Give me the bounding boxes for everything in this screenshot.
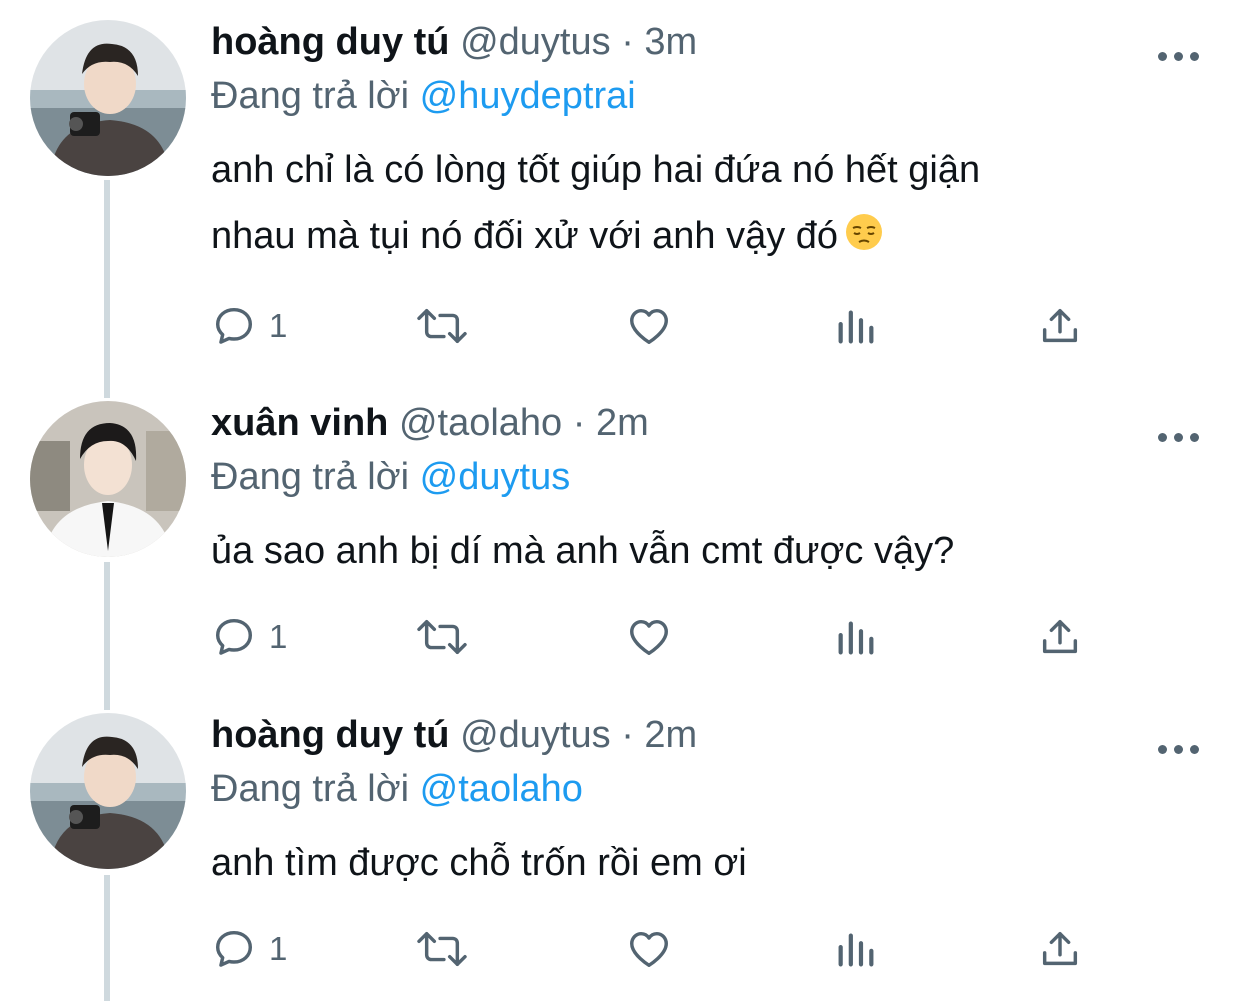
tweet-header: xuân vinh @taolaho · 2m xyxy=(211,398,649,448)
share-button[interactable] xyxy=(1037,296,1083,356)
heart-icon xyxy=(630,308,668,345)
user-handle[interactable]: @taolaho xyxy=(399,402,562,444)
analytics-bars-icon xyxy=(838,310,874,344)
more-dots-icon[interactable] xyxy=(1158,431,1200,445)
tweet-header: hoàng duy tú @duytus · 3m xyxy=(211,17,697,67)
separator-dot: · xyxy=(621,714,634,756)
tweet-header: hoàng duy tú @duytus · 2m xyxy=(211,710,697,760)
reply-button[interactable]: 1 xyxy=(211,919,287,979)
heart-icon xyxy=(630,619,668,656)
avatar[interactable] xyxy=(30,713,186,869)
reply-button[interactable]: 1 xyxy=(211,607,287,667)
tweet[interactable]: xuân vinh @taolaho · 2m Đang trả lời @du… xyxy=(0,401,1242,671)
more-dots-icon[interactable] xyxy=(1158,50,1200,64)
display-name[interactable]: xuân vinh xyxy=(211,402,388,444)
retweet-icon xyxy=(417,619,467,655)
tweet-actions: 1 xyxy=(211,296,1091,356)
heart-icon xyxy=(630,931,668,968)
like-button[interactable] xyxy=(625,296,673,356)
reply-button[interactable]: 1 xyxy=(211,296,287,356)
share-upload-icon xyxy=(1042,619,1078,654)
retweet-icon xyxy=(417,308,467,344)
analytics-bars-icon xyxy=(838,621,874,655)
tweet[interactable]: hoàng duy tú @duytus · 2m Đang trả lời @… xyxy=(0,713,1242,983)
more-dots-icon[interactable] xyxy=(1158,743,1200,757)
views-button[interactable] xyxy=(833,919,879,979)
tweet-text-line: anh chỉ là có lòng tốt giúp hai đứa nó h… xyxy=(211,149,981,191)
retweet-button[interactable] xyxy=(413,607,471,667)
tweet-text-line: ủa sao anh bị dí mà anh vẫn cmt được vậy… xyxy=(211,530,955,572)
tweet-text-line-wrap: nhau mà tụi nó đối xử với anh vậy đó xyxy=(211,203,1171,269)
pensive-face-emoji xyxy=(846,214,883,250)
mention-link[interactable]: @taolaho xyxy=(420,768,583,810)
display-name[interactable]: hoàng duy tú xyxy=(211,714,450,756)
mention-link[interactable]: @duytus xyxy=(420,456,571,498)
views-button[interactable] xyxy=(833,296,879,356)
mention-link[interactable]: @huydeptrai xyxy=(420,75,636,117)
tweet-actions: 1 xyxy=(211,919,1091,979)
reply-count: 1 xyxy=(269,930,288,967)
timestamp[interactable]: 2m xyxy=(644,714,697,756)
replying-to: Đang trả lời @huydeptrai xyxy=(211,71,636,121)
separator-dot: · xyxy=(621,21,634,63)
display-name[interactable]: hoàng duy tú xyxy=(211,21,450,63)
replying-to: Đang trả lời @duytus xyxy=(211,452,570,502)
tweet-text: anh tìm được chỗ trốn rồi em ơi xyxy=(211,830,1171,896)
timestamp[interactable]: 2m xyxy=(596,402,649,444)
share-button[interactable] xyxy=(1037,919,1083,979)
user-handle[interactable]: @duytus xyxy=(460,714,611,756)
timestamp[interactable]: 3m xyxy=(644,21,697,63)
replying-to-label: Đang trả lời xyxy=(211,75,410,117)
views-button[interactable] xyxy=(833,607,879,667)
avatar[interactable] xyxy=(30,20,186,176)
avatar[interactable] xyxy=(30,401,186,557)
replying-to-label: Đang trả lời xyxy=(211,768,410,810)
retweet-button[interactable] xyxy=(413,919,471,979)
tweet-text-line: anh tìm được chỗ trốn rồi em ơi xyxy=(211,842,747,884)
reply-bubble-icon xyxy=(215,307,253,344)
reply-bubble-icon xyxy=(215,618,253,655)
reply-bubble-icon xyxy=(215,930,253,967)
tweet-actions: 1 xyxy=(211,607,1091,667)
tweet[interactable]: hoàng duy tú @duytus · 3m Đang trả lời @… xyxy=(0,20,1242,360)
reply-count: 1 xyxy=(269,307,288,344)
like-button[interactable] xyxy=(625,607,673,667)
tweet-text: anh chỉ là có lòng tốt giúp hai đứa nó h… xyxy=(211,137,1171,269)
replying-to-label: Đang trả lời xyxy=(211,456,410,498)
replying-to: Đang trả lời @taolaho xyxy=(211,764,583,814)
separator-dot: · xyxy=(572,402,586,444)
reply-count: 1 xyxy=(269,618,288,655)
analytics-bars-icon xyxy=(838,933,874,967)
user-handle[interactable]: @duytus xyxy=(460,21,611,63)
share-upload-icon xyxy=(1042,931,1078,966)
tweet-text: ủa sao anh bị dí mà anh vẫn cmt được vậy… xyxy=(211,518,1171,584)
retweet-icon xyxy=(417,931,467,967)
like-button[interactable] xyxy=(625,919,673,979)
share-upload-icon xyxy=(1042,308,1078,343)
retweet-button[interactable] xyxy=(413,296,471,356)
tweet-text-line: nhau mà tụi nó đối xử với anh vậy đó xyxy=(211,215,839,257)
share-button[interactable] xyxy=(1037,607,1083,667)
